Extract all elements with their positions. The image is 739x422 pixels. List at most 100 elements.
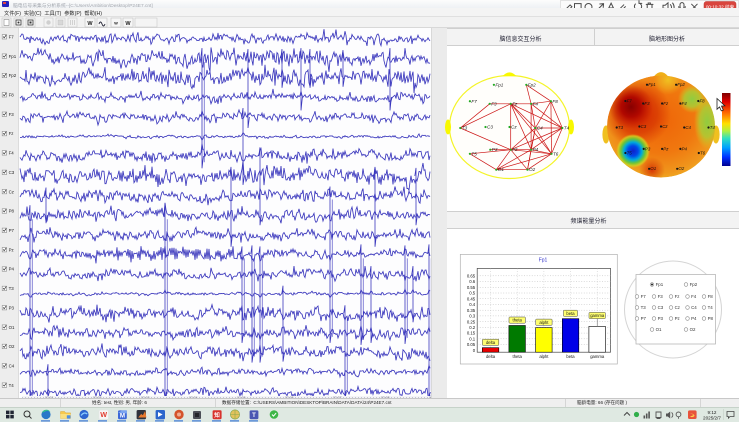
svg-text:W: W [125, 21, 131, 27]
svg-text:T4: T4 [710, 125, 716, 130]
svg-text:C4: C4 [537, 126, 543, 131]
svg-text:theta: theta [513, 354, 523, 359]
svg-text:Cz: Cz [675, 305, 680, 310]
svg-text:0.35: 0.35 [467, 308, 476, 313]
svg-text:Fp1: Fp1 [9, 54, 17, 59]
svg-text:T3: T3 [641, 305, 647, 310]
svg-text:F7: F7 [641, 294, 647, 299]
svg-text:0.05: 0.05 [467, 342, 476, 347]
svg-text:F4: F4 [9, 151, 15, 156]
svg-text:F8: F8 [700, 98, 706, 103]
svg-text:Pz: Pz [512, 147, 518, 152]
svg-text:Cz: Cz [511, 125, 517, 130]
svg-text:Fz: Fz [675, 294, 680, 299]
svg-text:W: W [100, 410, 107, 419]
svg-text:O1: O1 [9, 325, 15, 330]
svg-text:T4: T4 [564, 126, 570, 131]
svg-text:F8: F8 [708, 294, 714, 299]
svg-text:Fp2: Fp2 [677, 82, 685, 87]
svg-text:Pz: Pz [675, 316, 680, 321]
svg-text:P4: P4 [9, 267, 15, 272]
svg-text:alpht: alpht [539, 320, 549, 325]
svg-text:0.45: 0.45 [467, 296, 476, 301]
svg-text:Cz: Cz [662, 124, 668, 129]
svg-text:P7: P7 [641, 316, 647, 321]
svg-text:0.1: 0.1 [469, 336, 476, 341]
svg-text:delta: delta [486, 354, 496, 359]
svg-text:T3: T3 [618, 125, 624, 130]
svg-text:O1: O1 [498, 167, 505, 172]
svg-text:C3: C3 [487, 125, 493, 130]
svg-text:P8: P8 [9, 209, 15, 214]
svg-text:Fz: Fz [663, 101, 669, 106]
svg-text:F4: F4 [682, 101, 688, 106]
svg-text:C4: C4 [9, 364, 15, 369]
svg-text:F7: F7 [627, 98, 633, 103]
svg-text:alpht: alpht [539, 354, 549, 359]
svg-text:T3: T3 [462, 126, 468, 131]
svg-text:F4: F4 [533, 101, 539, 106]
svg-text:0.65: 0.65 [467, 273, 476, 278]
svg-text:0.4: 0.4 [469, 302, 476, 307]
svg-text:0.55: 0.55 [467, 285, 476, 290]
svg-text:C4: C4 [691, 305, 697, 310]
svg-text:T4: T4 [708, 305, 714, 310]
svg-text:Fz: Fz [512, 101, 518, 106]
svg-text:Fp2: Fp2 [528, 82, 536, 87]
svg-text:O1: O1 [650, 166, 656, 171]
svg-text:0.2: 0.2 [469, 325, 476, 330]
svg-text:0.3: 0.3 [469, 314, 476, 319]
svg-text:P3: P3 [9, 305, 15, 310]
svg-text:F3: F3 [9, 112, 15, 117]
svg-text:Fz: Fz [9, 131, 14, 136]
svg-text:T4: T4 [9, 383, 15, 388]
svg-text:F3: F3 [644, 101, 650, 106]
svg-text:Pz: Pz [9, 247, 14, 252]
svg-text:W: W [87, 21, 93, 27]
svg-text:F4: F4 [691, 294, 697, 299]
svg-text:O2: O2 [678, 166, 684, 171]
svg-text:T6: T6 [700, 150, 706, 155]
svg-text:O1: O1 [656, 327, 662, 332]
svg-text:0.15: 0.15 [467, 331, 476, 336]
svg-text:0.6: 0.6 [469, 279, 476, 284]
svg-text:知: 知 [214, 411, 220, 419]
svg-text:9:12: 9:12 [708, 410, 717, 415]
svg-text:P7: P7 [9, 228, 15, 233]
svg-text:Fp2: Fp2 [690, 282, 698, 287]
svg-text:0.5: 0.5 [469, 291, 476, 296]
svg-text:P3: P3 [658, 316, 664, 321]
svg-text:Cz: Cz [9, 189, 14, 194]
svg-text:F3: F3 [658, 294, 664, 299]
svg-text:F7: F7 [9, 35, 15, 40]
svg-text:Fp1: Fp1 [648, 82, 656, 87]
svg-text:M: M [120, 412, 125, 419]
svg-text:theta: theta [513, 318, 523, 323]
svg-text:C3: C3 [641, 124, 647, 129]
svg-text:T6: T6 [553, 151, 559, 156]
svg-text:F3: F3 [491, 101, 497, 106]
svg-text:T5: T5 [471, 151, 477, 156]
svg-text:T: T [252, 413, 256, 419]
svg-text:Fp1: Fp1 [495, 82, 503, 87]
svg-text:T5: T5 [627, 150, 633, 155]
svg-text:O2: O2 [9, 344, 15, 349]
svg-text:w: w [113, 20, 118, 25]
svg-text:P3: P3 [492, 147, 498, 152]
svg-text:gamma: gamma [590, 313, 605, 318]
svg-text:Fp2: Fp2 [9, 73, 17, 78]
svg-text:P4: P4 [682, 146, 688, 151]
svg-text:C3: C3 [658, 305, 664, 310]
svg-text:P3: P3 [645, 146, 651, 151]
svg-text:T3: T3 [9, 286, 15, 291]
svg-text:Pz: Pz [663, 146, 669, 151]
svg-text:P4: P4 [533, 147, 539, 152]
svg-text:2025/2/7: 2025/2/7 [703, 416, 721, 421]
svg-text:F8: F8 [9, 93, 15, 98]
svg-text:Fp1: Fp1 [656, 282, 664, 287]
svg-text:F8: F8 [552, 99, 558, 104]
svg-text:C4: C4 [685, 125, 691, 130]
svg-text:P4: P4 [691, 316, 697, 321]
svg-text:P8: P8 [708, 316, 714, 321]
svg-text:delta: delta [486, 340, 496, 345]
